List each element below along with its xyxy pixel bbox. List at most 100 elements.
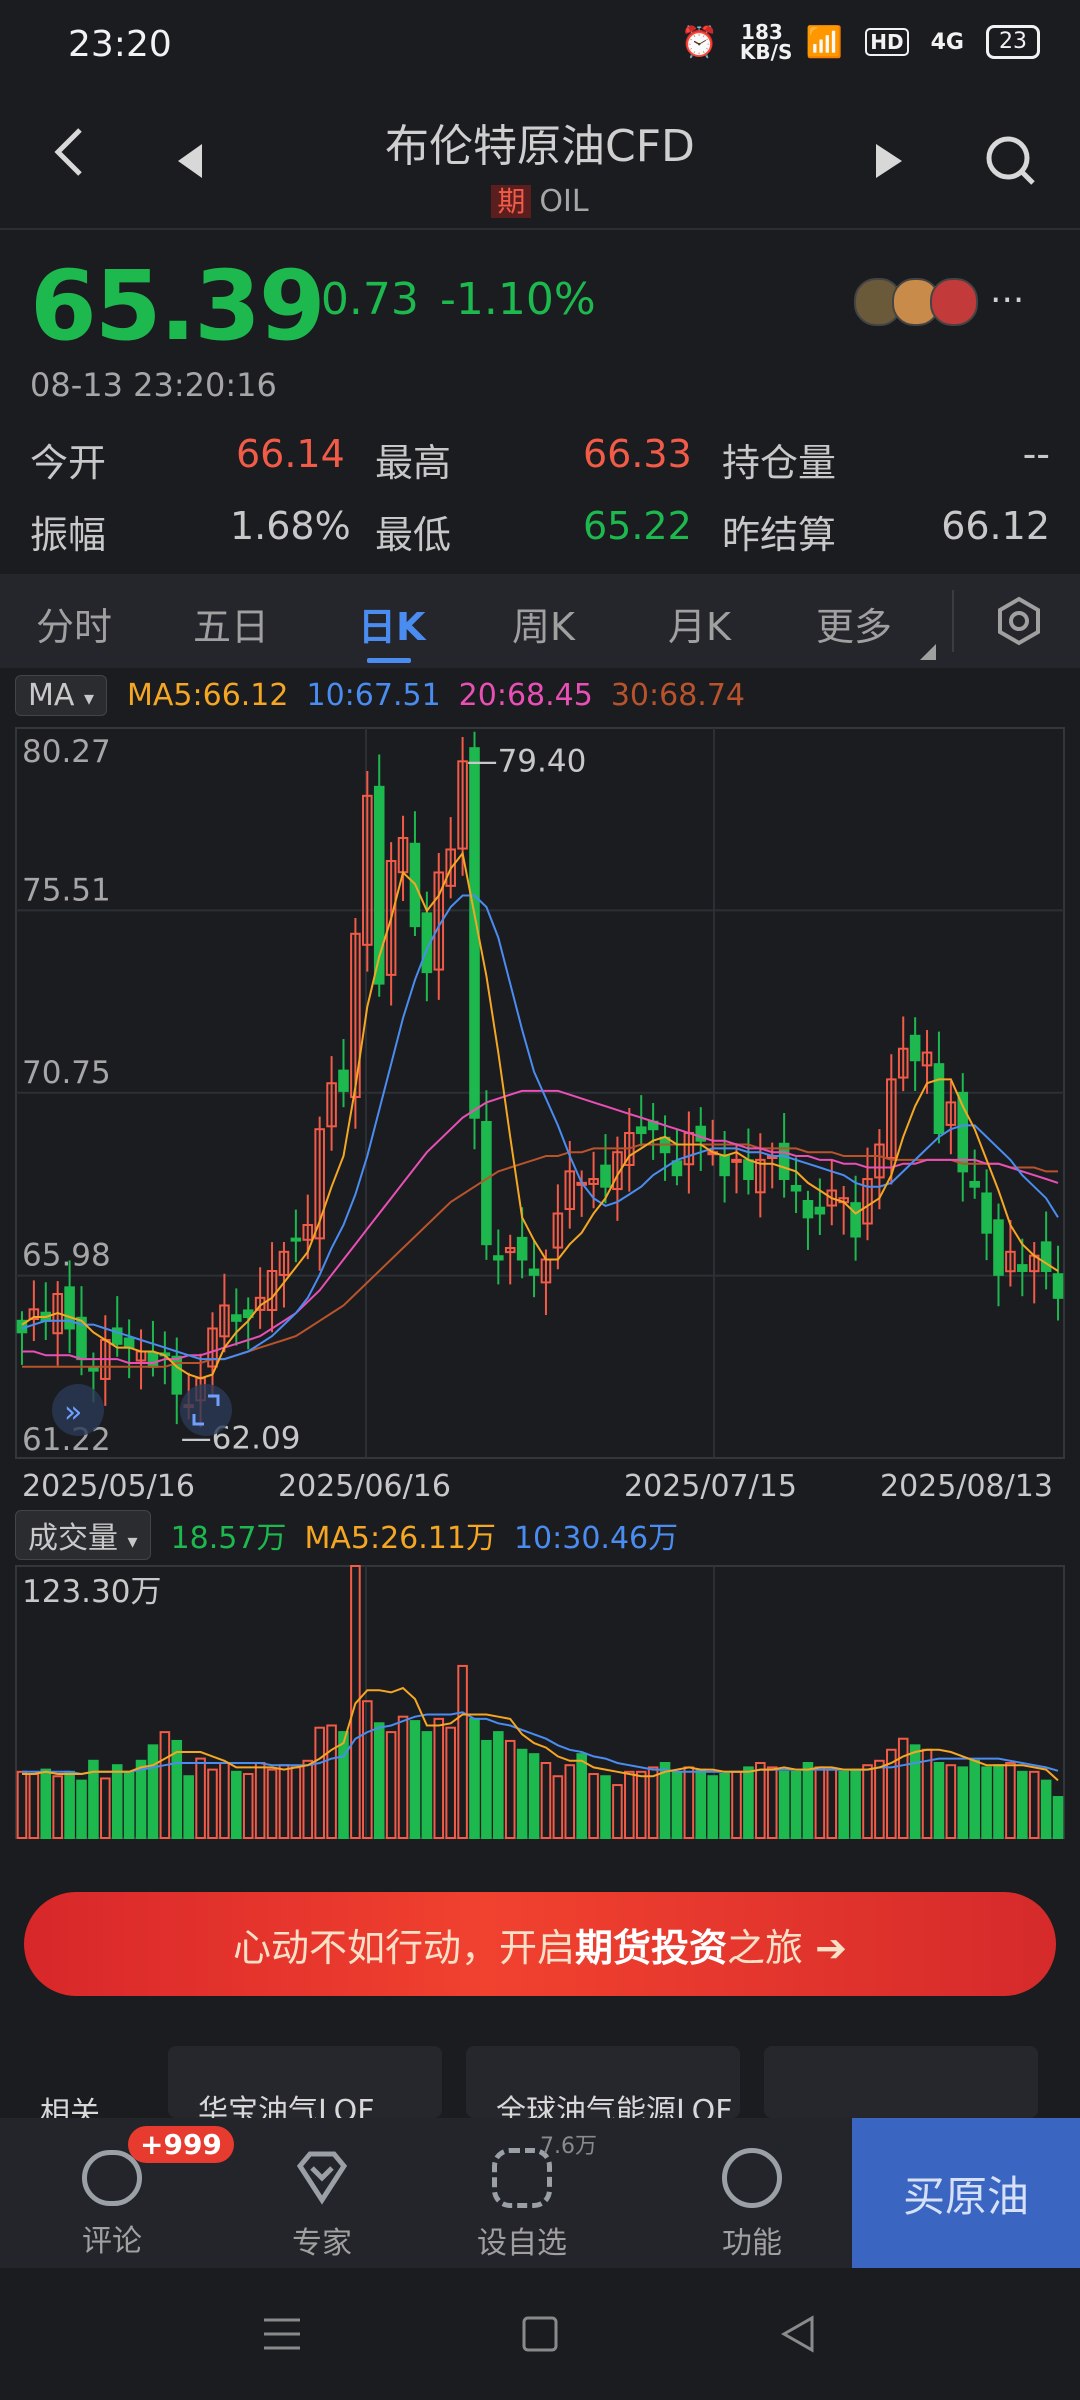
volume-ma5-value: MA5:26.11万 <box>304 1521 496 1556</box>
battery-icon: 23 <box>986 25 1040 59</box>
volume-bar <box>385 1731 397 1839</box>
candle-body <box>516 1236 528 1261</box>
volume-bar <box>159 1731 171 1839</box>
menu-icon <box>722 2148 782 2208</box>
tab-five-day[interactable]: 五日 <box>193 596 269 651</box>
tab-monthly-k[interactable]: 月K <box>668 596 731 651</box>
candle-body <box>802 1200 814 1219</box>
volume-bar <box>612 1784 623 1839</box>
chart-settings-icon[interactable] <box>994 596 1044 650</box>
volume-bar <box>362 1700 373 1839</box>
nav-functions[interactable]: 功能 <box>682 2138 822 2262</box>
buy-button[interactable]: 买原油 <box>852 2118 1080 2268</box>
stats-row: 振幅 1.68% 最低 65.22 昨结算 66.12 <box>30 504 1050 564</box>
candle-body <box>731 1158 742 1163</box>
period-tabs: 分时 五日 日K 周K 月K 更多 <box>0 574 1080 668</box>
active-tab-indicator <box>367 658 411 663</box>
x-tick-label: 2025/08/13 <box>880 1469 1053 1504</box>
volume-bar <box>1040 1779 1052 1839</box>
volume-bar <box>540 1761 552 1839</box>
home-icon[interactable] <box>522 2314 558 2358</box>
volume-bar <box>16 1770 28 1839</box>
x-tick-label: 2025/06/16 <box>278 1469 451 1504</box>
price-change-pct: -1.10% <box>440 274 596 325</box>
related-card[interactable]: 全球油气能源LOF <box>466 2046 740 2118</box>
nav-experts-label: 专家 <box>292 2226 352 2261</box>
next-instrument-icon[interactable] <box>876 144 902 182</box>
volume-bar <box>207 1768 218 1839</box>
volume-bar <box>647 1766 659 1839</box>
candle-body <box>909 1034 921 1062</box>
dropdown-corner-icon <box>920 644 936 660</box>
stat-value: -- <box>1022 432 1050 476</box>
recents-icon[interactable] <box>262 2314 302 2358</box>
price-change: -0.73 <box>305 274 419 325</box>
volume-bar <box>945 1764 957 1839</box>
volume-bar <box>1017 1770 1028 1839</box>
volume-bar <box>219 1761 230 1839</box>
volume-bar <box>921 1748 933 1839</box>
page-title: 布伦特原油CFD <box>385 121 695 172</box>
volume-bar <box>397 1715 409 1839</box>
candle-body <box>933 1063 945 1135</box>
tab-more[interactable]: 更多 <box>816 596 892 651</box>
tab-intraday[interactable]: 分时 <box>36 596 112 651</box>
x-tick-label: 2025/07/15 <box>624 1469 797 1504</box>
hd-icon: HD <box>865 28 909 56</box>
search-icon[interactable] <box>984 134 1036 190</box>
related-card[interactable]: 华宝油气LOF <box>168 2046 442 2118</box>
volume-bar <box>588 1773 599 1840</box>
volume-bar <box>624 1770 635 1839</box>
volume-bar <box>493 1731 504 1839</box>
diamond-icon <box>292 2148 352 2208</box>
volume-selector[interactable]: 成交量 ▾ <box>15 1510 151 1560</box>
nav-experts[interactable]: 专家 <box>252 2138 392 2262</box>
nav-functions-label: 功能 <box>722 2226 782 2261</box>
stat-label: 振幅 <box>30 513 107 557</box>
last-price: 65.39 <box>30 250 326 362</box>
fullscreen-icon[interactable] <box>180 1384 232 1436</box>
volume-bar <box>969 1759 980 1840</box>
volume-bar <box>850 1768 861 1839</box>
status-bar: 23:20 ⏰ 183 KB/S 📶 HD 4G 23 <box>0 0 1080 96</box>
status-icons: ⏰ 183 KB/S 📶 HD 4G 23 <box>681 22 1040 62</box>
indicator-selector[interactable]: MA ▾ <box>15 674 107 716</box>
volume-bar <box>445 1726 456 1839</box>
related-card[interactable] <box>764 2046 1038 2118</box>
volume-chart[interactable]: 123.30万 <box>0 1562 1080 1842</box>
y-tick-label: 70.75 <box>22 1055 111 1091</box>
tab-daily-k[interactable]: 日K <box>358 596 425 651</box>
candle-body <box>814 1206 826 1215</box>
volume-bar <box>28 1773 40 1840</box>
volume-bar <box>635 1770 647 1839</box>
candlestick-chart[interactable]: 80.2775.5170.7565.9861.22—79.40—62.09»20… <box>0 722 1080 1512</box>
signal-icon: 4G <box>930 29 964 55</box>
system-nav-bar <box>0 2268 1080 2400</box>
volume-bar <box>802 1761 814 1839</box>
futures-cta-banner[interactable]: 心动不如行动，开启 期货投资 之旅 ➔ <box>24 1892 1056 1996</box>
quote-timestamp: 08-13 23:20:16 <box>30 366 277 404</box>
volume-bar <box>564 1764 576 1839</box>
related-cards: 相关 华宝油气LOF 全球油气能源LOF <box>0 2046 1080 2131</box>
volume-bar <box>409 1720 421 1839</box>
volume-bar <box>600 1775 611 1839</box>
more-icon[interactable]: ··· <box>990 280 1024 321</box>
tab-weekly-k[interactable]: 周K <box>512 596 575 651</box>
x-tick-label: 2025/05/16 <box>22 1469 195 1504</box>
user-avatars[interactable] <box>854 278 978 326</box>
volume-bar <box>862 1764 873 1839</box>
volume-bar <box>826 1768 838 1839</box>
code-label: OIL <box>539 184 589 219</box>
volume-bar <box>933 1761 945 1839</box>
back-nav-icon[interactable] <box>780 2314 816 2358</box>
candle-body <box>790 1184 802 1192</box>
candle-body <box>1040 1241 1052 1272</box>
volume-bar <box>1005 1761 1016 1839</box>
volume-bar <box>504 1739 516 1839</box>
volume-bar <box>278 1764 290 1839</box>
stat-label: 最高 <box>375 441 452 485</box>
volume-bar <box>778 1770 790 1839</box>
volume-bar <box>695 1768 707 1839</box>
expand-left-icon[interactable]: » <box>52 1384 104 1436</box>
candle-body <box>338 1069 349 1092</box>
